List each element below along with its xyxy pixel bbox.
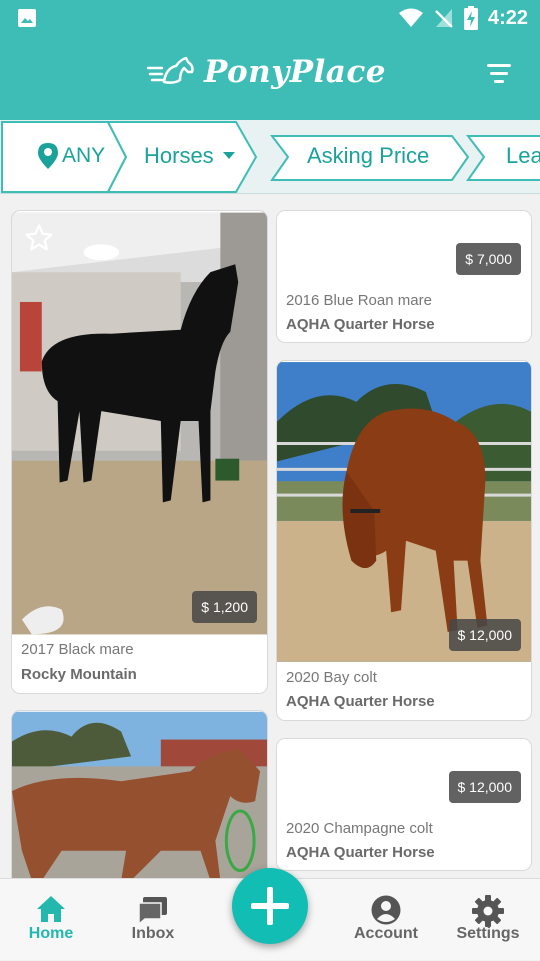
- price-badge: $ 12,000: [448, 619, 521, 651]
- category-filter[interactable]: Horses: [144, 120, 236, 192]
- nav-inbox[interactable]: Inbox: [108, 879, 198, 961]
- account-icon: [371, 895, 401, 925]
- app-logo: PonyPlace: [146, 54, 386, 90]
- listing-card[interactable]: $ 7,000 2016 Blue Roan mare AQHA Quarter…: [276, 210, 532, 343]
- status-bar: 4:22: [0, 0, 540, 36]
- listing-meta: 2016 Blue Roan mare: [286, 292, 432, 309]
- sort-filter[interactable]: Asking Price: [307, 120, 429, 192]
- listing-meta: 2020 Champagne colt: [286, 820, 433, 837]
- listing-breed: AQHA Quarter Horse: [286, 693, 435, 710]
- nav-settings-label: Settings: [456, 925, 520, 942]
- gallery-notification-icon: [18, 9, 36, 27]
- listing-breed: AQHA Quarter Horse: [286, 316, 435, 333]
- listing-card[interactable]: $ 1,200 2017 Black mare Rocky Mountain: [11, 210, 268, 694]
- battery-charging-icon: [463, 6, 478, 30]
- inbox-icon: [138, 897, 167, 925]
- location-filter-label: ANY: [62, 144, 106, 167]
- nav-home-label: Home: [28, 925, 74, 942]
- dropdown-arrow-icon: [222, 152, 235, 159]
- nav-inbox-label: Inbox: [131, 925, 175, 942]
- filter-bar: ANY Horses Asking Price Lea: [0, 120, 540, 194]
- nav-home[interactable]: Home: [6, 879, 96, 961]
- sort-filter-label: Asking Price: [307, 143, 430, 168]
- price-badge: $ 12,000: [448, 771, 521, 803]
- listing-photo: [12, 711, 267, 878]
- price-badge: $ 1,200: [192, 591, 257, 623]
- listing-card[interactable]: $ 12,000 2020 Bay colt AQHA Quarter Hors…: [276, 360, 532, 721]
- app-bar: PonyPlace: [0, 36, 540, 120]
- listing-breed: AQHA Quarter Horse: [286, 844, 435, 861]
- listing-breed: Rocky Mountain: [21, 666, 137, 683]
- horse-logo-icon: [146, 56, 194, 84]
- next-filter-label: Lea: [506, 143, 540, 168]
- nav-settings[interactable]: Settings: [443, 879, 533, 961]
- listing-photo: [277, 362, 531, 662]
- location-pin-icon: [38, 143, 58, 169]
- next-filter[interactable]: Lea: [506, 120, 540, 192]
- listing-grid: $ 1,200 2017 Black mare Rocky Mountain $…: [0, 194, 540, 878]
- plus-icon: [251, 887, 289, 925]
- no-signal-icon: [435, 9, 453, 28]
- app-name: PonyPlace: [204, 54, 386, 90]
- nav-account[interactable]: Account: [341, 879, 431, 961]
- category-filter-label: Horses: [144, 143, 214, 168]
- wifi-icon: [398, 8, 423, 27]
- price-badge: $ 7,000: [456, 243, 521, 275]
- location-filter[interactable]: ANY: [38, 120, 105, 192]
- listing-card[interactable]: $ 12,000 2020 Champagne colt AQHA Quarte…: [276, 738, 532, 871]
- listing-meta: 2020 Bay colt: [286, 669, 377, 686]
- listing-photo: [12, 212, 267, 635]
- filter-menu-button[interactable]: [486, 64, 512, 86]
- favorite-star-icon[interactable]: [24, 223, 54, 253]
- listing-card[interactable]: [11, 710, 268, 878]
- clock: 4:22: [487, 6, 528, 29]
- nav-account-label: Account: [354, 925, 418, 942]
- add-listing-button[interactable]: [232, 868, 308, 944]
- home-icon: [37, 896, 65, 922]
- listing-meta: 2017 Black mare: [21, 641, 134, 658]
- gear-icon: [472, 895, 504, 927]
